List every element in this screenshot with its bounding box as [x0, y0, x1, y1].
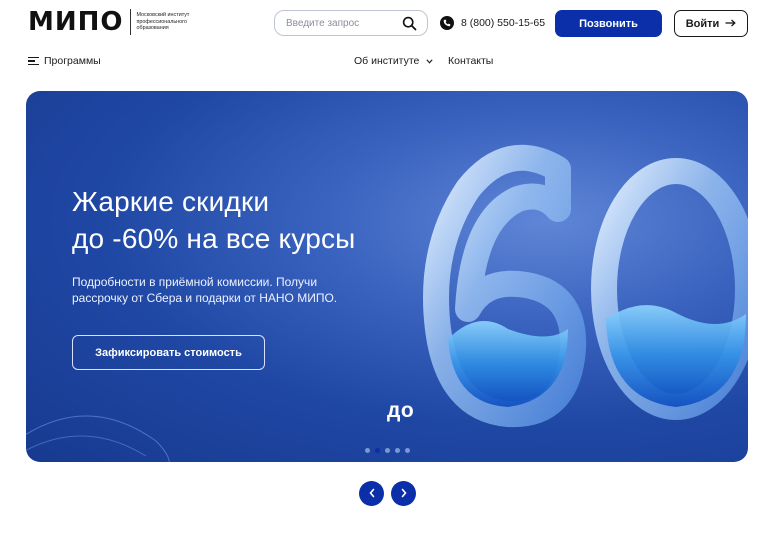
logo[interactable]: МИПО Московский институт профессионально…: [28, 8, 207, 36]
search-input[interactable]: [286, 17, 396, 29]
logo-subtitle-line: образования: [136, 25, 169, 32]
search-box: [274, 10, 428, 36]
logo-subtitle-line: Московский институт: [136, 12, 190, 19]
logo-subtitle: Московский институт профессионального об…: [137, 12, 207, 32]
banner-title-line: Жаркие скидки: [72, 186, 270, 217]
banner-description: Подробности в приёмной комиссии. Получи …: [72, 275, 372, 306]
logo-subtitle-line: профессионального: [136, 18, 188, 25]
chevron-right-icon: [400, 485, 408, 503]
banner-description-line: Подробности в приёмной комиссии. Получи: [72, 275, 318, 289]
big-60-graphic: [423, 144, 748, 428]
chevron-down-icon: [426, 55, 434, 67]
search-icon[interactable]: [402, 16, 417, 31]
logo-mark: МИПО: [28, 7, 124, 37]
decorative-swirl: [26, 415, 170, 462]
nav-programs-label: Программы: [44, 55, 101, 67]
login-button[interactable]: Войти: [674, 10, 748, 37]
slider-next-button[interactable]: [391, 481, 416, 506]
slider-dots: [365, 448, 410, 453]
nav-contacts[interactable]: Контакты: [448, 55, 493, 67]
slider-dot[interactable]: [385, 448, 390, 453]
phone-link[interactable]: 8 (800) 550-15-65: [440, 16, 545, 30]
arrow-right-icon: [725, 18, 737, 30]
slider-dot[interactable]: [405, 448, 410, 453]
slider-dot[interactable]: [365, 448, 370, 453]
fix-price-button[interactable]: Зафиксировать стоимость: [72, 335, 265, 370]
phone-icon: [440, 16, 454, 30]
nav-about-label: Об институте: [354, 55, 420, 67]
slider-dot-active[interactable]: [375, 448, 380, 453]
nav-about[interactable]: Об институте: [354, 55, 434, 67]
nav-programs[interactable]: Программы: [28, 55, 101, 67]
banner-title: Жаркие скидки до -60% на все курсы: [72, 183, 356, 257]
banner-description-line: рассрочку от Сбера и подарки от НАНО МИП…: [72, 290, 338, 305]
login-label: Войти: [685, 17, 720, 30]
chevron-left-icon: [368, 485, 376, 503]
phone-number: 8 (800) 550-15-65: [461, 17, 546, 29]
banner-title-line: до -60% на все курсы: [72, 223, 356, 254]
promo-banner[interactable]: Жаркие скидки до -60% на все курсы Подро…: [26, 91, 748, 462]
menu-icon: [28, 56, 39, 66]
slider-prev-button[interactable]: [359, 481, 384, 506]
logo-divider: [129, 9, 131, 35]
call-button[interactable]: Позвонить: [555, 10, 662, 37]
discount-prefix: до: [387, 399, 415, 422]
slider-dot[interactable]: [395, 448, 400, 453]
